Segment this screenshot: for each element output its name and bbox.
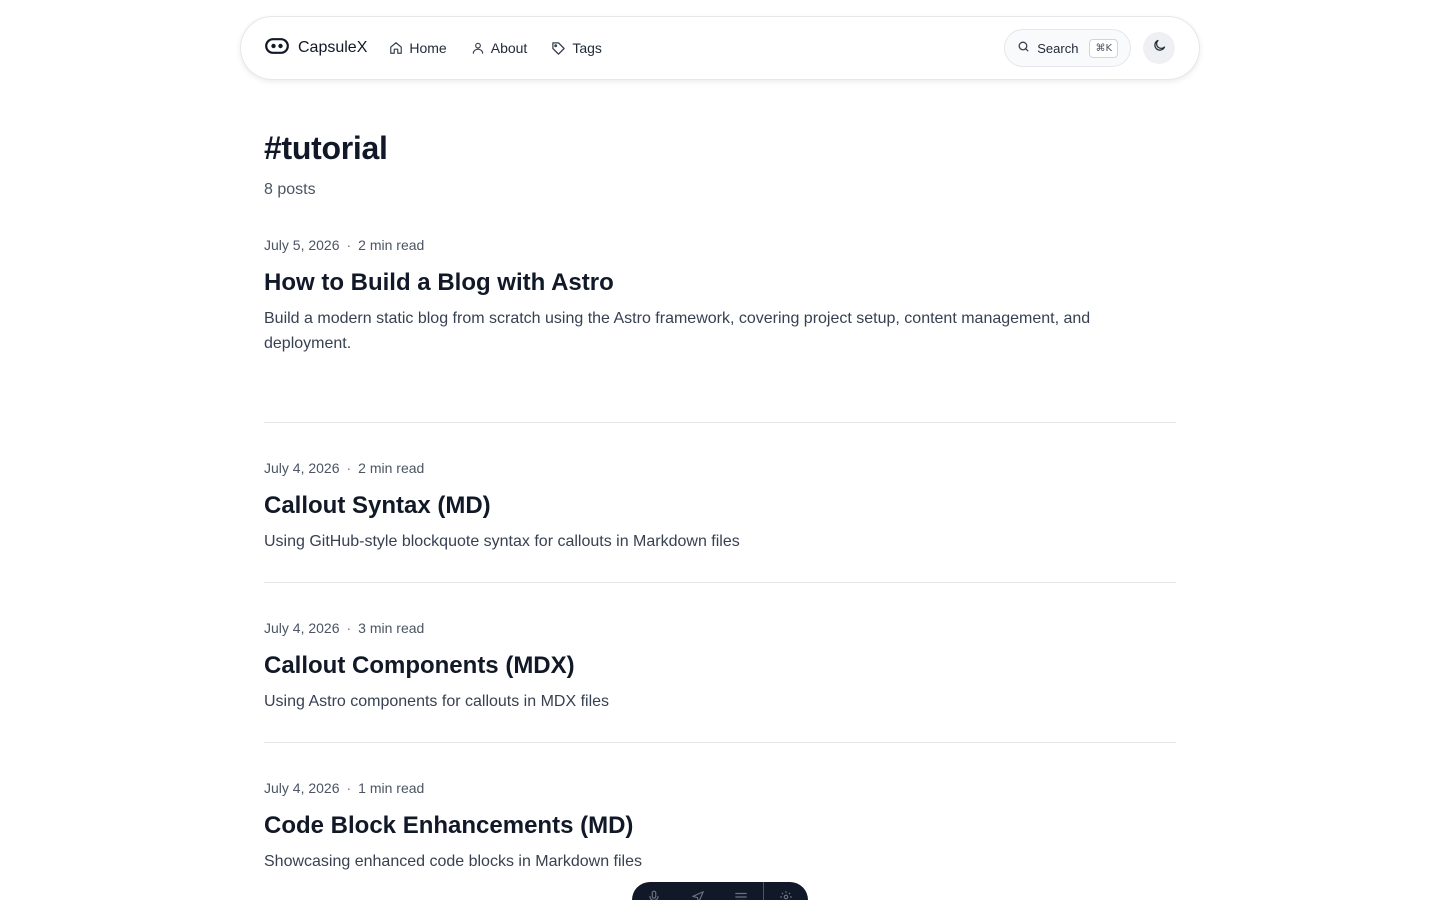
send-icon[interactable]	[676, 890, 720, 900]
post-item: July 5, 2026 · 2 min read How to Build a…	[264, 236, 1176, 423]
main-content: #tutorial 8 posts July 5, 2026 · 2 min r…	[264, 124, 1176, 900]
post-date: July 4, 2026	[264, 460, 340, 476]
nav-link-about[interactable]: About	[471, 40, 528, 56]
post-description: Build a modern static blog from scratch …	[264, 310, 1091, 352]
top-navbar: CapsuleX Home About Tags Search ⌘K	[240, 16, 1200, 80]
settings-icon[interactable]	[764, 890, 808, 900]
home-icon	[389, 41, 403, 55]
floating-toolbar	[632, 882, 808, 900]
meta-separator: ·	[346, 237, 352, 253]
post-read-time: 1 min read	[358, 780, 425, 796]
post-read-time: 2 min read	[358, 460, 425, 476]
post-date: July 4, 2026	[264, 780, 340, 796]
search-button[interactable]: Search ⌘K	[1004, 29, 1131, 67]
post-meta: July 4, 2026 · 3 min read	[264, 619, 1176, 637]
meta-separator: ·	[346, 620, 352, 636]
post-item: July 4, 2026 · 2 min read Callout Syntax…	[264, 459, 1176, 583]
nav-link-label: Tags	[572, 40, 602, 56]
post-item: July 4, 2026 · 3 min read Callout Compon…	[264, 619, 1176, 743]
theme-toggle-button[interactable]	[1143, 32, 1175, 64]
search-shortcut-badge: ⌘K	[1089, 38, 1118, 58]
post-date: July 5, 2026	[264, 237, 340, 253]
search-label: Search	[1037, 40, 1079, 56]
brand-link[interactable]: CapsuleX	[265, 37, 368, 59]
post-description: Using Astro components for callouts in M…	[264, 693, 610, 710]
menu-icon[interactable]	[720, 890, 764, 900]
post-meta: July 4, 2026 · 2 min read	[264, 459, 1176, 477]
nav-link-tags[interactable]: Tags	[551, 40, 602, 56]
post-description: Showcasing enhanced code blocks in Markd…	[264, 853, 642, 870]
post-title-link[interactable]: Code Block Enhancements (MD)	[264, 811, 1176, 841]
post-meta: July 4, 2026 · 1 min read	[264, 779, 1176, 797]
post-read-time: 2 min read	[358, 237, 425, 253]
capsule-logo-icon	[265, 37, 289, 59]
meta-separator: ·	[346, 780, 352, 796]
brand-name: CapsuleX	[298, 39, 368, 56]
user-icon	[471, 41, 485, 55]
moon-icon	[1152, 38, 1167, 58]
page-title: #tutorial	[264, 130, 388, 166]
post-meta: July 5, 2026 · 2 min read	[264, 236, 1176, 254]
post-count: 8 posts	[264, 181, 316, 198]
nav-link-label: Home	[409, 40, 447, 56]
meta-separator: ·	[346, 460, 352, 476]
tag-icon	[551, 41, 566, 56]
nav-link-label: About	[490, 40, 528, 56]
mic-icon[interactable]	[632, 890, 676, 900]
search-icon	[1017, 40, 1030, 56]
post-description: Using GitHub-style blockquote syntax for…	[264, 533, 740, 550]
nav-link-home[interactable]: Home	[389, 40, 447, 56]
post-read-time: 3 min read	[358, 620, 425, 636]
post-title-link[interactable]: Callout Components (MDX)	[264, 651, 1176, 681]
post-title-link[interactable]: Callout Syntax (MD)	[264, 491, 1176, 521]
post-date: July 4, 2026	[264, 620, 340, 636]
post-title-link[interactable]: How to Build a Blog with Astro	[264, 268, 1176, 298]
